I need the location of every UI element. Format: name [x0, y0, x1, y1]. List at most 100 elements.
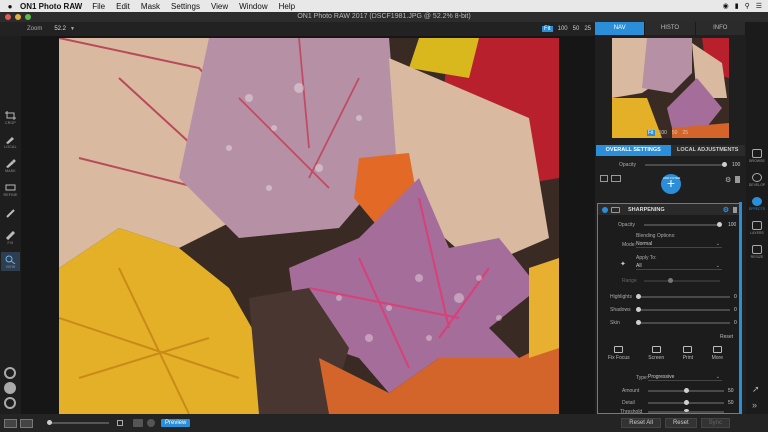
nav-zoom-fit[interactable]: Fit	[647, 130, 655, 136]
zoom-25-button[interactable]: 25	[584, 26, 591, 32]
nav-zoom-50[interactable]: 50	[671, 130, 679, 136]
shadows-value: 0	[734, 307, 737, 313]
overall-opacity-handle[interactable]	[722, 162, 727, 167]
sync-button[interactable]: Sync	[700, 418, 730, 428]
menu-file[interactable]: File	[92, 2, 105, 11]
module-layers[interactable]: LAYERS	[748, 218, 766, 238]
preset-print[interactable]: Print	[683, 346, 693, 361]
amount-handle[interactable]	[684, 388, 689, 393]
preview-button[interactable]: Preview	[161, 419, 191, 427]
tool-mask[interactable]: MASK	[1, 156, 20, 175]
trash-icon[interactable]	[735, 176, 740, 183]
module-browse[interactable]: BROWSE	[748, 146, 766, 166]
tab-info[interactable]: INFO	[695, 22, 746, 35]
menu-mask[interactable]: Mask	[141, 2, 160, 11]
preset-fix-focus[interactable]: Fix Focus	[608, 346, 630, 361]
module-resize[interactable]: RESIZE	[748, 242, 766, 262]
zoom-value[interactable]: 52.2	[54, 26, 66, 32]
filter-gear-icon[interactable]: ⚙	[723, 206, 729, 214]
skin-handle[interactable]	[636, 320, 641, 325]
filter-enabled-icon[interactable]	[602, 206, 608, 213]
thumbnail-size-handle[interactable]	[47, 420, 52, 425]
detail-handle[interactable]	[684, 400, 689, 405]
share-icon[interactable]: ➚	[752, 384, 760, 395]
photo-preview[interactable]	[59, 38, 559, 414]
threshold-handle[interactable]	[684, 409, 689, 412]
apply-to-dropdown[interactable]: All ⌄	[636, 263, 722, 270]
zoom-fit-button[interactable]: Fit	[541, 26, 553, 32]
zoom-100-button[interactable]: 100	[558, 26, 568, 32]
tool-view[interactable]: VIEW	[1, 252, 20, 271]
preset-more[interactable]: More	[712, 346, 723, 361]
thumbnail-size-slider[interactable]	[47, 420, 109, 425]
nav-zoom-100[interactable]: 100	[658, 130, 668, 136]
menu-settings[interactable]: Settings	[171, 2, 200, 11]
tool-refine[interactable]: REFINE	[1, 180, 20, 199]
range-track[interactable]	[644, 280, 720, 282]
reset-all-button[interactable]: Reset All	[621, 418, 661, 428]
nav-zoom-25[interactable]: 25	[681, 130, 689, 136]
help-icon[interactable]	[4, 382, 16, 394]
tool-local[interactable]: LOCAL	[1, 132, 20, 151]
battery-icon[interactable]: ▮	[735, 2, 739, 10]
settings-gear-icon[interactable]: ⚙	[725, 176, 731, 184]
module-effects[interactable]: EFFECTS	[748, 194, 766, 214]
skin-track[interactable]	[638, 322, 730, 324]
lock-icon[interactable]	[600, 175, 608, 182]
tool-crop[interactable]: CROP	[1, 108, 20, 127]
module-develop[interactable]: DEVELOP	[748, 170, 766, 190]
reset-button[interactable]: Reset	[664, 418, 697, 428]
menu-view[interactable]: View	[211, 2, 228, 11]
eye-icon[interactable]	[611, 175, 621, 182]
menu-status-area: ◉ ▮ ⚲ ☰	[723, 2, 768, 10]
collapse-icon[interactable]: »	[752, 400, 757, 410]
overall-opacity-track[interactable]	[645, 164, 725, 166]
module-resize-label: RESIZE	[750, 255, 764, 259]
gear-icon[interactable]	[4, 367, 16, 379]
mode-dropdown[interactable]: Normal ⌄	[636, 241, 722, 248]
tab-overall-settings[interactable]: OVERALL SETTINGS	[596, 145, 671, 156]
shadows-track[interactable]	[638, 309, 730, 311]
preset-screen[interactable]: Screen	[648, 346, 664, 361]
mask-view-icon[interactable]	[147, 419, 155, 427]
search-icon[interactable]: ⚲	[745, 2, 750, 10]
reset-link[interactable]: Reset	[720, 334, 733, 340]
menu-app-name[interactable]: ON1 Photo RAW	[20, 2, 82, 11]
tab-local-adjustments[interactable]: LOCAL ADJUSTMENTS	[670, 145, 745, 156]
shadows-handle[interactable]	[636, 307, 641, 312]
split-view-icon[interactable]	[20, 418, 33, 428]
close-window-icon[interactable]	[5, 14, 11, 20]
range-handle[interactable]	[668, 278, 673, 283]
eyedropper-icon[interactable]: ✦	[620, 260, 626, 268]
menu-list-icon[interactable]: ☰	[756, 2, 762, 10]
image-canvas[interactable]	[21, 36, 595, 414]
tool-chisel[interactable]	[1, 204, 20, 223]
app-window: ● ON1 Photo RAW File Edit Mask Settings …	[0, 0, 768, 432]
compare-icon[interactable]	[133, 419, 143, 427]
type-dropdown[interactable]: Progressive ⌄	[648, 374, 722, 381]
wifi-icon[interactable]: ◉	[723, 2, 729, 10]
tool-fix[interactable]: FIX	[1, 228, 20, 247]
detail-value: 50	[728, 400, 734, 406]
zoom-50-button[interactable]: 50	[573, 26, 580, 32]
single-view-icon[interactable]	[4, 418, 17, 428]
highlights-handle[interactable]	[636, 294, 641, 299]
panel-scrollbar[interactable]	[739, 202, 742, 414]
tab-nav[interactable]: NAV	[595, 22, 646, 35]
apple-icon[interactable]: ●	[0, 2, 20, 11]
tab-histo[interactable]: HISTO	[645, 22, 696, 35]
minimize-window-icon[interactable]	[15, 14, 21, 20]
menu-window[interactable]: Window	[239, 2, 267, 11]
info-icon[interactable]	[4, 397, 16, 409]
filter-trash-icon[interactable]	[733, 206, 737, 213]
sharp-opacity-handle[interactable]	[717, 222, 722, 227]
highlights-track[interactable]	[638, 296, 730, 298]
filter-visibility-icon[interactable]	[611, 206, 620, 213]
zoom-window-icon[interactable]	[25, 14, 31, 20]
zoom-dropdown-icon[interactable]: ▼	[70, 26, 75, 32]
menu-help[interactable]: Help	[279, 2, 295, 11]
square-view-icon[interactable]	[117, 420, 123, 426]
sharp-opacity-track[interactable]	[644, 224, 720, 226]
menu-edit[interactable]: Edit	[116, 2, 130, 11]
sharpening-header[interactable]: SHARPENING ⚙	[598, 204, 741, 215]
